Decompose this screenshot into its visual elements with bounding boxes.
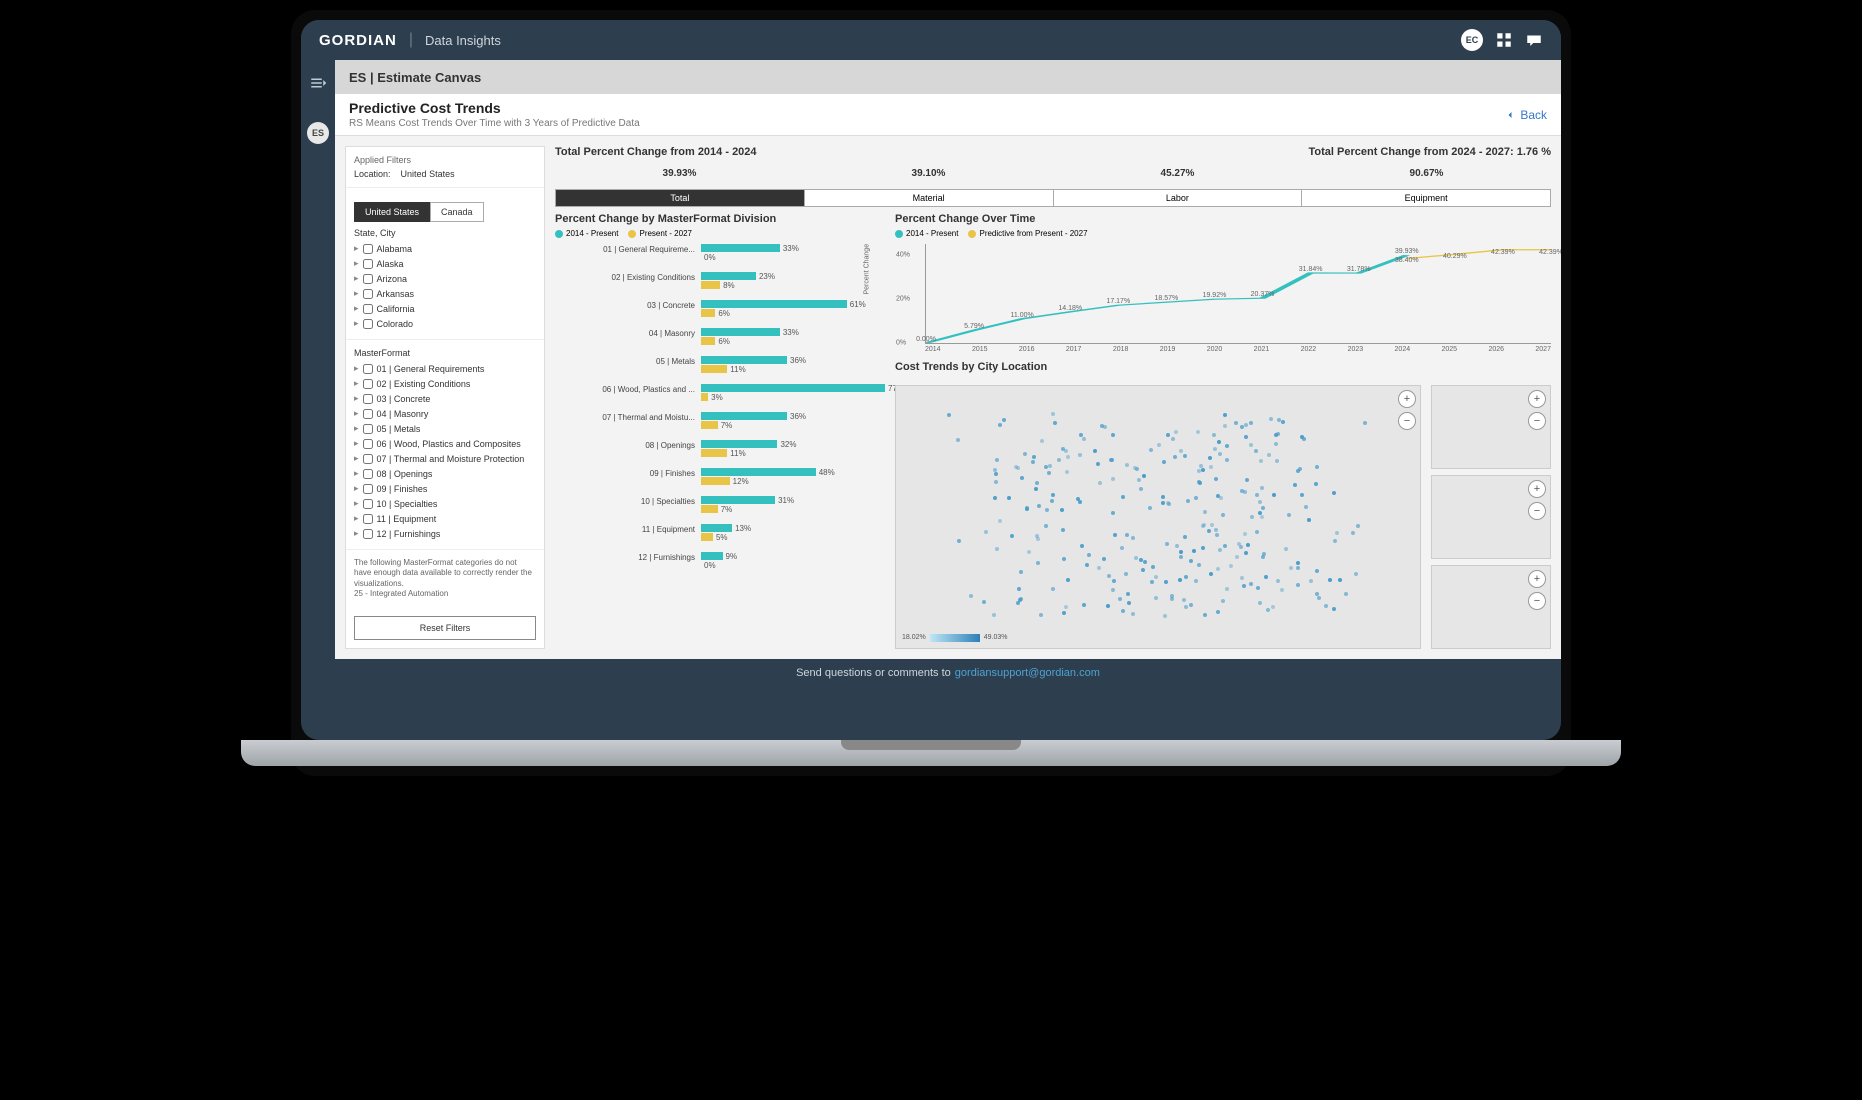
footer: Send questions or comments to gordiansup… [335, 659, 1561, 687]
state-checkbox[interactable] [363, 274, 373, 284]
stat-value: 39.10% [804, 164, 1053, 183]
zoom-in-button[interactable]: + [1398, 390, 1416, 408]
mf-checkbox[interactable] [363, 499, 373, 509]
mf-checkbox[interactable] [363, 454, 373, 464]
workspace-badge-es[interactable]: ES [307, 122, 329, 144]
reset-filters-button[interactable]: Reset Filters [354, 616, 536, 640]
chat-icon[interactable] [1525, 31, 1543, 49]
state-label: State, City [354, 228, 536, 238]
applied-filters-label: Applied Filters [354, 155, 536, 165]
division-chart-panel: Percent Change by MasterFormat Division … [555, 213, 885, 649]
page-header: Predictive Cost Trends RS Means Cost Tre… [335, 94, 1561, 136]
mf-checkbox[interactable] [363, 394, 373, 404]
zoom-in-button[interactable]: + [1528, 480, 1546, 498]
page-subtitle: RS Means Cost Trends Over Time with 3 Ye… [349, 118, 640, 129]
mini-map-alaska[interactable]: +− [1431, 385, 1551, 469]
main-map[interactable]: +− 18.02%49.03% [895, 385, 1421, 649]
mf-checkbox[interactable] [363, 379, 373, 389]
footer-email-link[interactable]: gordiansupport@gordian.com [955, 667, 1100, 679]
back-button[interactable]: Back [1504, 108, 1547, 122]
stat-value: 90.67% [1302, 164, 1551, 183]
topbar: GORDIAN | Data Insights EC [301, 20, 1561, 60]
laptop-bezel: GORDIAN | Data Insights EC ES ES | Estim… [301, 20, 1561, 740]
headline-right: Total Percent Change from 2024 - 2027: 1… [1308, 146, 1551, 158]
mf-checkbox[interactable] [363, 514, 373, 524]
expand-sidebar-icon[interactable] [309, 74, 327, 92]
state-checkbox[interactable] [363, 244, 373, 254]
zoom-out-button[interactable]: − [1398, 412, 1416, 430]
page-title: Predictive Cost Trends [349, 100, 640, 116]
zoom-out-button[interactable]: − [1528, 412, 1546, 430]
map-title: Cost Trends by City Location [895, 361, 1551, 373]
mini-map-pr[interactable]: +− [1431, 565, 1551, 649]
state-checkbox[interactable] [363, 319, 373, 329]
left-rail: ES [301, 60, 335, 687]
viz-tab-labor[interactable]: Labor [1054, 190, 1303, 206]
headline-left: Total Percent Change from 2014 - 2024 [555, 146, 757, 158]
stat-value: 45.27% [1053, 164, 1302, 183]
filters-note: The following MasterFormat categories do… [346, 550, 544, 608]
app-window: GORDIAN | Data Insights EC ES ES | Estim… [301, 20, 1561, 740]
zoom-in-button[interactable]: + [1528, 570, 1546, 588]
brand-subtitle: Data Insights [425, 33, 501, 48]
breadcrumb: ES | Estimate Canvas [335, 60, 1561, 94]
mf-checkbox[interactable] [363, 529, 373, 539]
user-avatar[interactable]: EC [1461, 29, 1483, 51]
apps-icon[interactable] [1495, 31, 1513, 49]
stat-value: 39.93% [555, 164, 804, 183]
viz-tab-equipment[interactable]: Equipment [1302, 190, 1550, 206]
state-checkbox[interactable] [363, 259, 373, 269]
viz-tab-total[interactable]: Total [556, 190, 805, 206]
mf-checkbox[interactable] [363, 439, 373, 449]
zoom-out-button[interactable]: − [1528, 502, 1546, 520]
state-checkbox[interactable] [363, 304, 373, 314]
mf-checkbox[interactable] [363, 409, 373, 419]
filters-panel: Applied Filters Location: United States … [345, 146, 545, 649]
laptop-frame: GORDIAN | Data Insights EC ES ES | Estim… [291, 10, 1571, 776]
zoom-out-button[interactable]: − [1528, 592, 1546, 610]
zoom-in-button[interactable]: + [1528, 390, 1546, 408]
masterformat-label: MasterFormat [354, 348, 536, 358]
country-tab-canada[interactable]: Canada [430, 202, 484, 222]
mini-map-hawaii[interactable]: +− [1431, 475, 1551, 559]
country-tab-united-states[interactable]: United States [354, 202, 430, 222]
line-chart-panel: Percent Change Over Time 2014 - Present … [895, 213, 1551, 353]
state-checkbox[interactable] [363, 289, 373, 299]
mf-checkbox[interactable] [363, 364, 373, 374]
mf-checkbox[interactable] [363, 484, 373, 494]
mf-checkbox[interactable] [363, 424, 373, 434]
viz-tab-material[interactable]: Material [805, 190, 1054, 206]
brand-logo: GORDIAN [319, 32, 397, 49]
mf-checkbox[interactable] [363, 469, 373, 479]
